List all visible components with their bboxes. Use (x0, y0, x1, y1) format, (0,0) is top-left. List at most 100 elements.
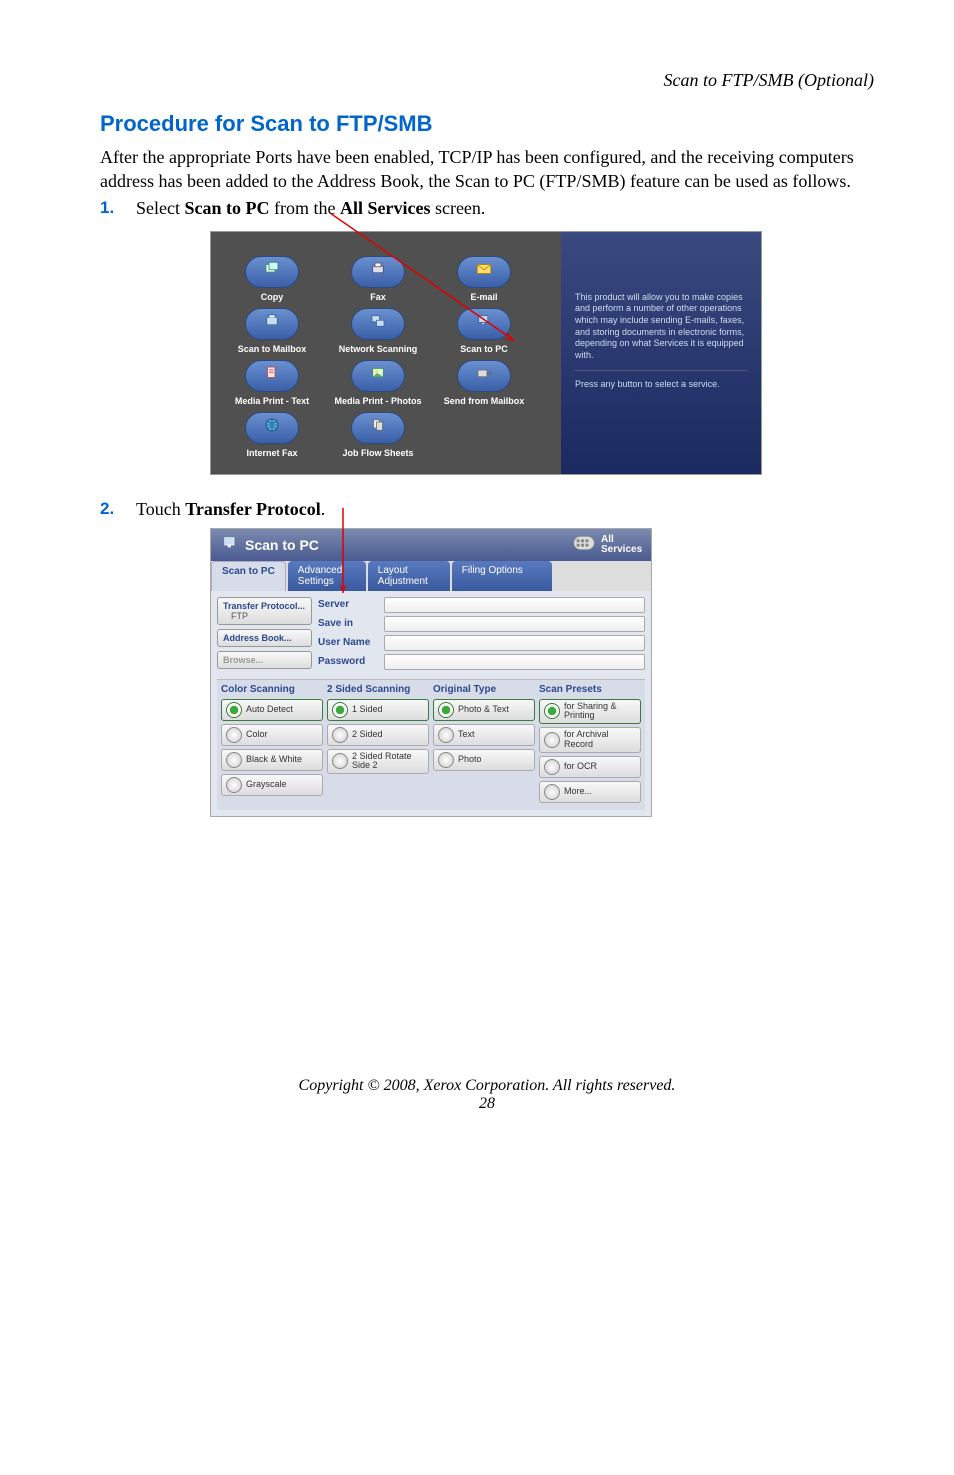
opt-photo[interactable]: Photo (433, 749, 535, 771)
opt-auto-detect[interactable]: Auto Detect (221, 699, 323, 721)
page-header-breadcrumb: Scan to FTP/SMB (Optional) (100, 70, 874, 91)
service-internet-fax[interactable]: Internet Fax (221, 412, 323, 458)
services-grid: Copy Fax E-mail Scan to Mailbox (211, 232, 561, 474)
opt-2sided-rotate-label: 2 Sided Rotate Side 2 (352, 752, 424, 772)
step-1: 1. Select Scan to PC from the All Servic… (100, 198, 874, 219)
col-sided-head: 2 Sided Scanning (327, 684, 429, 695)
opt-text[interactable]: Text (433, 724, 535, 746)
radio-icon (438, 702, 454, 718)
step-1-pre: Select (136, 198, 184, 218)
step-1-post: screen. (430, 198, 485, 218)
col-color-head: Color Scanning (221, 684, 323, 695)
field-savein-input[interactable] (384, 616, 645, 632)
step-1-bold2: All Services (340, 198, 430, 218)
radio-icon (544, 703, 560, 719)
all-services-label[interactable]: All Services (601, 535, 641, 555)
service-job-flow[interactable]: Job Flow Sheets (327, 412, 429, 458)
section-title: Procedure for Scan to FTP/SMB (100, 111, 874, 137)
service-network-scan[interactable]: Network Scanning (327, 308, 429, 354)
opt-bw[interactable]: Black & White (221, 749, 323, 771)
browse-button[interactable]: Browse... (217, 651, 312, 669)
step-2-bold1: Transfer Protocol (185, 499, 320, 519)
col-orig-head: Original Type (433, 684, 535, 695)
opt-2sided-rotate[interactable]: 2 Sided Rotate Side 2 (327, 749, 429, 775)
radio-icon (544, 732, 560, 748)
fax-icon (367, 260, 389, 283)
service-media-text[interactable]: Media Print - Text (221, 360, 323, 406)
scan-to-pc-icon (473, 312, 495, 335)
radio-icon (438, 752, 454, 768)
step-1-mid: from the (269, 198, 339, 218)
service-job-flow-label: Job Flow Sheets (327, 448, 429, 458)
send-mailbox-icon (473, 364, 495, 387)
radio-icon (332, 702, 348, 718)
service-media-text-label: Media Print - Text (221, 396, 323, 406)
opt-text-label: Text (458, 730, 475, 740)
service-network-scan-label: Network Scanning (327, 344, 429, 354)
service-media-photos[interactable]: Media Print - Photos (327, 360, 429, 406)
step-1-text: Select Scan to PC from the All Services … (136, 198, 485, 219)
service-scan-mailbox[interactable]: Scan to Mailbox (221, 308, 323, 354)
address-book-button[interactable]: Address Book... (217, 629, 312, 647)
opt-sharing[interactable]: for Sharing & Printing (539, 699, 641, 725)
opt-photo-text-label: Photo & Text (458, 705, 509, 715)
opt-archival[interactable]: for Archival Record (539, 727, 641, 753)
intro-paragraph: After the appropriate Ports have been en… (100, 145, 874, 194)
scan-to-pc-screenshot: Scan to PC All Services Scan to PC Advan… (210, 528, 874, 818)
radio-icon (332, 727, 348, 743)
opt-more-label: More... (564, 787, 592, 797)
radio-icon (226, 777, 242, 793)
footer-copyright: Copyright © 2008, Xerox Corporation. All… (100, 1077, 874, 1095)
field-server-input[interactable] (384, 597, 645, 613)
transfer-protocol-button[interactable]: Transfer Protocol... FTP (217, 597, 312, 625)
opt-photo-text[interactable]: Photo & Text (433, 699, 535, 721)
opt-1sided-label: 1 Sided (352, 705, 383, 715)
radio-icon (332, 753, 348, 769)
opt-2sided[interactable]: 2 Sided (327, 724, 429, 746)
tab-advanced-settings[interactable]: Advanced Settings (288, 561, 366, 591)
email-icon (473, 260, 495, 283)
service-media-photos-label: Media Print - Photos (327, 396, 429, 406)
opt-color-label: Color (246, 730, 268, 740)
opt-2sided-label: 2 Sided (352, 730, 383, 740)
media-photos-icon (367, 364, 389, 387)
network-scan-icon (367, 312, 389, 335)
opt-auto-detect-label: Auto Detect (246, 705, 293, 715)
opt-color[interactable]: Color (221, 724, 323, 746)
service-scan-to-pc[interactable]: Scan to PC (433, 308, 535, 354)
tab-scan-to-pc[interactable]: Scan to PC (211, 561, 286, 591)
media-text-icon (261, 364, 283, 387)
services-info-panel: This product will allow you to make copi… (561, 232, 761, 474)
opt-1sided[interactable]: 1 Sided (327, 699, 429, 721)
service-fax[interactable]: Fax (327, 256, 429, 302)
mailbox-icon (261, 312, 283, 335)
service-scan-to-pc-label: Scan to PC (433, 344, 535, 354)
radio-icon (226, 752, 242, 768)
tab-filing-options[interactable]: Filing Options (452, 561, 552, 591)
step-2-pre: Touch (136, 499, 185, 519)
field-username-input[interactable] (384, 635, 645, 651)
scan-pc-titlebar: Scan to PC All Services (211, 529, 651, 561)
scan-pc-title-text: Scan to PC (245, 537, 319, 553)
scan-to-pc-title-icon (221, 535, 239, 554)
tab-layout-adjustment[interactable]: Layout Adjustment (368, 561, 450, 591)
opt-ocr[interactable]: for OCR (539, 756, 641, 778)
footer-page-number: 28 (100, 1095, 874, 1113)
radio-icon (226, 702, 242, 718)
opt-grayscale-label: Grayscale (246, 780, 287, 790)
opt-sharing-label: for Sharing & Printing (564, 702, 636, 722)
service-copy[interactable]: Copy (221, 256, 323, 302)
service-fax-label: Fax (327, 292, 429, 302)
field-username-label: User Name (318, 637, 378, 648)
opt-more[interactable]: More... (539, 781, 641, 803)
opt-grayscale[interactable]: Grayscale (221, 774, 323, 796)
transfer-protocol-value: FTP (223, 611, 306, 621)
field-password-input[interactable] (384, 654, 645, 670)
service-send-mailbox[interactable]: Send from Mailbox (433, 360, 535, 406)
radio-icon (226, 727, 242, 743)
service-send-mailbox-label: Send from Mailbox (433, 396, 535, 406)
service-email[interactable]: E-mail (433, 256, 535, 302)
all-services-icon[interactable] (573, 535, 595, 554)
copy-icon (261, 260, 283, 283)
transfer-protocol-label: Transfer Protocol... (223, 601, 306, 611)
